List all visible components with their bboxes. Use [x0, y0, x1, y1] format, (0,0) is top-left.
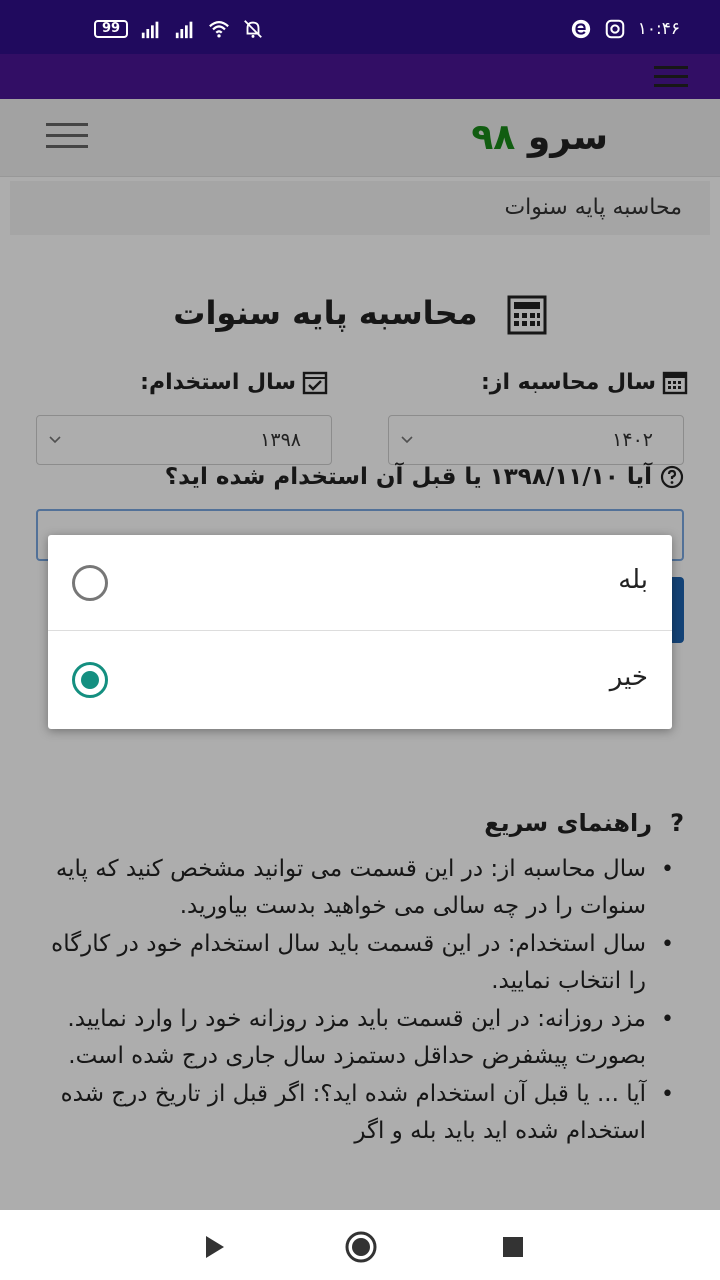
e-app-icon [571, 19, 590, 39]
battery-icon: 99 [94, 20, 129, 38]
select-options-dialog: بله خیر [48, 535, 672, 729]
back-triangle-icon[interactable] [200, 1232, 230, 1262]
wifi-icon [209, 21, 229, 38]
signal-icon [175, 21, 193, 39]
radio-button-unchecked[interactable] [72, 565, 108, 601]
signal-icon [141, 21, 159, 39]
status-time: ۱۰:۴۶ [637, 19, 680, 39]
status-bar: 99 ۱۰:۴۶ [0, 0, 720, 54]
recents-square-icon[interactable] [498, 1232, 528, 1262]
instagram-icon [605, 19, 624, 39]
home-circle-icon[interactable] [344, 1230, 378, 1264]
system-nav-bar [0, 1210, 720, 1280]
radio-button-checked[interactable] [72, 662, 108, 698]
option-no[interactable]: خیر [48, 632, 672, 728]
option-yes[interactable]: بله [48, 535, 672, 631]
bell-off-icon [244, 20, 262, 38]
